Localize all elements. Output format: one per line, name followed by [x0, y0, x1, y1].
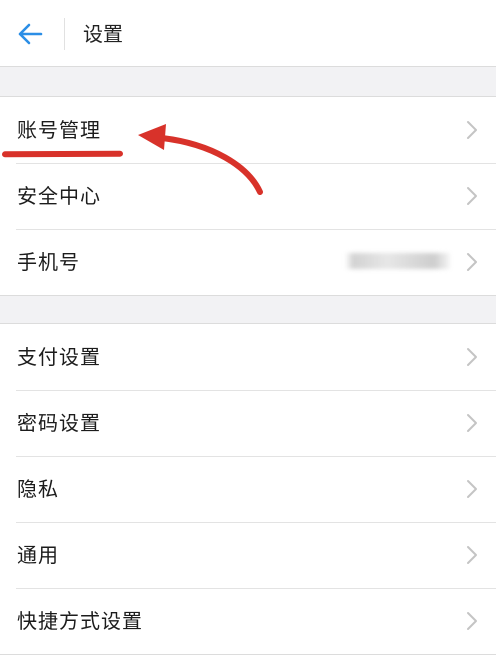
chevron-right-icon: [467, 121, 477, 139]
settings-item-general[interactable]: 通用: [0, 522, 496, 588]
settings-item-label: 支付设置: [17, 345, 101, 369]
settings-item-label: 安全中心: [17, 184, 101, 208]
settings-item-label: 手机号: [17, 250, 80, 274]
top-bar: 设置: [0, 0, 496, 67]
settings-item-shortcut-settings[interactable]: 快捷方式设置: [0, 588, 496, 654]
settings-item-privacy[interactable]: 隐私: [0, 456, 496, 522]
chevron-right-icon: [467, 414, 477, 432]
settings-item-label: 隐私: [17, 477, 59, 501]
settings-item-label: 通用: [17, 543, 59, 567]
settings-item-payment-settings[interactable]: 支付设置: [0, 324, 496, 390]
page-title: 设置: [83, 22, 123, 46]
settings-item-phone-number[interactable]: 手机号: [0, 229, 496, 295]
annotation-arrow-icon: [138, 124, 263, 195]
chevron-right-icon: [467, 480, 477, 498]
back-button[interactable]: [10, 14, 50, 54]
masked-phone-value: [345, 253, 450, 269]
chevron-right-icon: [467, 253, 477, 271]
settings-item-label: 账号管理: [17, 118, 101, 142]
annotation-underline: [1, 150, 124, 158]
header-divider: [64, 18, 65, 50]
settings-item-label: 快捷方式设置: [17, 609, 143, 633]
back-arrow-icon: [18, 23, 43, 45]
chevron-right-icon: [467, 187, 477, 205]
settings-group-general: 支付设置 密码设置 隐私 通用 快捷方式设置: [0, 323, 496, 655]
chevron-right-icon: [467, 348, 477, 366]
chevron-right-icon: [467, 546, 477, 564]
settings-item-password-settings[interactable]: 密码设置: [0, 390, 496, 456]
chevron-right-icon: [467, 612, 477, 630]
settings-item-label: 密码设置: [17, 411, 101, 435]
